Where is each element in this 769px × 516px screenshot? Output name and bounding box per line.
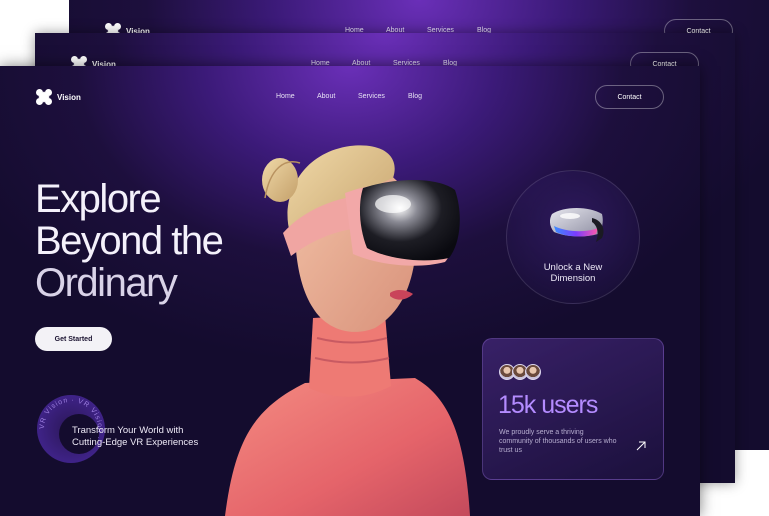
- feature-circle-card[interactable]: Unlock a New Dimension: [506, 170, 640, 304]
- logo-icon: [36, 89, 52, 105]
- brand-name: Vision: [57, 92, 81, 102]
- navbar: Vision Home About Services Blog Contact: [0, 66, 700, 126]
- vr-woman-image: [225, 145, 470, 516]
- landing-page: Vision Home About Services Blog Contact …: [0, 66, 700, 516]
- avatar: [525, 364, 541, 380]
- avatar-group: [499, 364, 541, 380]
- feature-line: Unlock a New: [543, 262, 603, 273]
- contact-button[interactable]: Contact: [595, 85, 664, 109]
- nav-menu: Home About Services Blog: [276, 93, 438, 100]
- arrow-up-right-icon[interactable]: [636, 441, 646, 451]
- users-count: 15k users: [498, 391, 598, 419]
- get-started-button[interactable]: Get Started: [35, 327, 112, 351]
- users-description: We proudly serve a thriving community of…: [499, 429, 617, 454]
- nav-blog[interactable]: Blog: [408, 93, 438, 100]
- nav-services[interactable]: Services: [358, 93, 408, 100]
- feature-caption: Unlock a New Dimension: [507, 262, 639, 284]
- nav-home[interactable]: Home: [276, 93, 317, 100]
- nav-about[interactable]: About: [317, 93, 358, 100]
- users-stats-card[interactable]: 15k users We proudly serve a thriving co…: [482, 338, 664, 480]
- logo[interactable]: Vision: [36, 89, 81, 105]
- transform-tagline: Transform Your World with Cutting-Edge V…: [72, 425, 199, 448]
- feature-line: Dimension: [550, 272, 596, 284]
- vr-headset-icon: [549, 208, 604, 242]
